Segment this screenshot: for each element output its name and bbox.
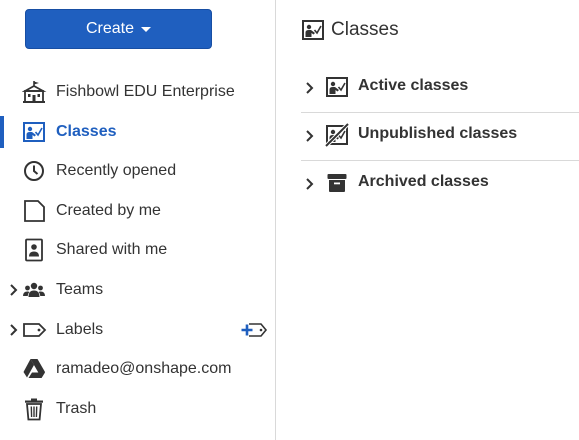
sidebar-item-label: Created by me — [56, 201, 161, 219]
sidebar-item-label: Fishbowl EDU Enterprise — [56, 83, 235, 100]
archive-box-icon — [327, 174, 347, 192]
folder-label: Unpublished classes — [358, 125, 518, 142]
sidebar-item-enterprise[interactable]: Fishbowl EDU Enterprise — [0, 72, 275, 112]
chevron-right-icon[interactable] — [9, 283, 19, 297]
folder-row-active-classes[interactable]: Active classes — [301, 65, 579, 113]
sidebar-item-label: ramadeo@onshape.com — [56, 360, 232, 378]
sidebar-item-label: Recently opened — [56, 162, 177, 180]
chevron-right-icon[interactable] — [305, 177, 315, 191]
sidebar-nav: Fishbowl EDU Enterprise Classes Recently… — [0, 72, 275, 428]
sidebar-item-recently-opened[interactable]: Recently opened — [0, 151, 275, 191]
chevron-right-icon[interactable] — [305, 81, 315, 95]
create-button[interactable]: Create — [25, 9, 212, 49]
sidebar-item-labels[interactable]: Labels — [0, 310, 275, 350]
main-content: Classes Active classes Unpublished class… — [277, 0, 579, 440]
create-button-label: Create — [85, 20, 135, 37]
page-title: Classes — [301, 18, 399, 42]
shared-user-icon — [25, 238, 43, 262]
folder-row-unpublished-classes[interactable]: Unpublished classes — [301, 113, 579, 161]
team-icon — [23, 282, 45, 297]
clock-icon — [24, 161, 44, 182]
sidebar-item-label: Teams — [56, 280, 104, 298]
sidebar-item-created-by-me[interactable]: Created by me — [0, 191, 275, 231]
folder-label: Active classes — [358, 77, 469, 94]
folder-list: Active classes Unpublished classes Archi… — [301, 65, 579, 209]
add-label-icon[interactable] — [240, 320, 268, 340]
sidebar-item-classes[interactable]: Classes — [0, 112, 275, 152]
chevron-right-icon[interactable] — [305, 129, 315, 143]
chevron-right-icon[interactable] — [9, 323, 19, 337]
sidebar-item-label: Shared with me — [56, 241, 168, 259]
classroom-icon — [302, 20, 324, 40]
document-icon — [24, 199, 45, 222]
sidebar-item-teams[interactable]: Teams — [0, 270, 275, 310]
page-title-text: Classes — [331, 19, 399, 40]
sidebar-item-trash[interactable]: Trash — [0, 389, 275, 429]
school-icon — [22, 81, 47, 103]
trash-icon — [25, 398, 43, 421]
google-drive-icon — [23, 359, 45, 379]
folder-label: Archived classes — [358, 173, 489, 190]
sidebar-item-label: Classes — [56, 122, 117, 140]
sidebar-item-google-drive[interactable]: ramadeo@onshape.com — [0, 349, 275, 389]
classroom-icon — [23, 121, 45, 142]
classroom-icon — [326, 77, 348, 97]
sidebar: Create Fishbowl EDU Enterprise Classes R… — [0, 0, 276, 440]
sidebar-item-label: Labels — [56, 320, 104, 338]
label-tag-icon — [23, 322, 47, 337]
sidebar-item-label: Trash — [56, 399, 97, 417]
caret-down-icon — [141, 27, 152, 32]
classroom-unpublished-icon — [325, 123, 349, 147]
folder-row-archived-classes[interactable]: Archived classes — [301, 161, 579, 209]
sidebar-item-shared-with-me[interactable]: Shared with me — [0, 230, 275, 270]
